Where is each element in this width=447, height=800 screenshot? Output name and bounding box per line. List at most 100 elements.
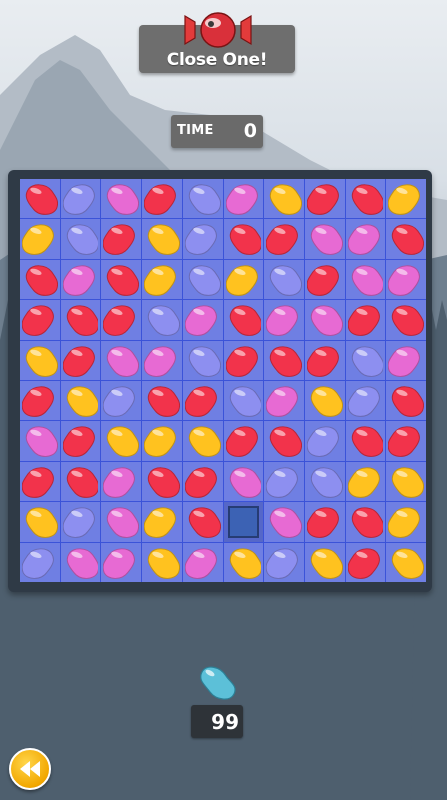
jelly-bean-pink[interactable] xyxy=(386,259,426,300)
jelly-bean-yellow[interactable] xyxy=(386,179,426,219)
jelly-bean-red[interactable] xyxy=(304,502,345,542)
jelly-bean-pink[interactable] xyxy=(20,421,60,461)
jelly-bean-yellow[interactable] xyxy=(20,340,60,380)
jelly-bean-purple[interactable] xyxy=(60,502,101,542)
jelly-bean-red[interactable] xyxy=(264,421,304,461)
jelly-bean-yellow[interactable] xyxy=(304,542,345,582)
jelly-bean-pink[interactable] xyxy=(264,381,304,421)
jelly-bean-pink[interactable] xyxy=(182,300,223,340)
jelly-bean-pink[interactable] xyxy=(304,300,345,340)
jelly-bean-yellow[interactable] xyxy=(223,542,264,582)
jelly-bean-pink[interactable] xyxy=(345,219,386,259)
jelly-bean-pink[interactable] xyxy=(60,542,101,582)
jelly-bean-pink[interactable] xyxy=(223,179,264,219)
jelly-bean-pink[interactable] xyxy=(101,542,142,582)
jelly-bean-yellow[interactable] xyxy=(345,461,386,502)
jelly-bean-purple[interactable] xyxy=(60,219,101,259)
jelly-bean-red[interactable] xyxy=(142,461,182,502)
jelly-bean-yellow[interactable] xyxy=(386,542,426,582)
jelly-bean-red[interactable] xyxy=(345,542,386,582)
jelly-bean-purple[interactable] xyxy=(345,340,386,380)
jelly-bean-red[interactable] xyxy=(223,340,264,380)
jelly-bean-purple[interactable] xyxy=(182,179,223,219)
jelly-bean-red[interactable] xyxy=(101,300,142,340)
jelly-bean-red[interactable] xyxy=(304,179,345,219)
jelly-bean-red[interactable] xyxy=(264,219,304,259)
jelly-bean-yellow[interactable] xyxy=(60,381,101,421)
jelly-bean-red[interactable] xyxy=(386,219,426,259)
jelly-bean-red[interactable] xyxy=(60,300,101,340)
jelly-bean-pink[interactable] xyxy=(142,340,182,380)
jelly-bean-red[interactable] xyxy=(223,300,264,340)
jelly-bean-yellow[interactable] xyxy=(20,219,60,259)
jelly-bean-red[interactable] xyxy=(60,340,101,380)
back-button[interactable] xyxy=(9,748,51,790)
jelly-bean-purple[interactable] xyxy=(20,542,60,582)
jelly-bean-yellow[interactable] xyxy=(304,381,345,421)
jelly-bean-purple[interactable] xyxy=(182,219,223,259)
jelly-bean-yellow[interactable] xyxy=(101,421,142,461)
jelly-bean-pink[interactable] xyxy=(101,179,142,219)
jelly-bean-pink[interactable] xyxy=(345,259,386,300)
jelly-bean-pink[interactable] xyxy=(101,340,142,380)
jelly-bean-red[interactable] xyxy=(386,421,426,461)
jelly-bean-red[interactable] xyxy=(182,381,223,421)
jelly-bean-yellow[interactable] xyxy=(386,502,426,542)
jelly-bean-yellow[interactable] xyxy=(20,502,60,542)
jelly-bean-red[interactable] xyxy=(264,340,304,380)
jelly-bean-pink[interactable] xyxy=(223,461,264,502)
jelly-bean-red[interactable] xyxy=(142,179,182,219)
jelly-bean-red[interactable] xyxy=(60,421,101,461)
jelly-bean-red[interactable] xyxy=(223,219,264,259)
jelly-bean-pink[interactable] xyxy=(101,502,142,542)
jelly-bean-purple[interactable] xyxy=(304,421,345,461)
jelly-bean-red[interactable] xyxy=(345,179,386,219)
jelly-bean-yellow[interactable] xyxy=(182,421,223,461)
jelly-bean-red[interactable] xyxy=(20,259,60,300)
jelly-bean-purple[interactable] xyxy=(264,461,304,502)
jelly-bean-yellow[interactable] xyxy=(142,502,182,542)
jelly-bean-purple[interactable] xyxy=(101,381,142,421)
jelly-bean-pink[interactable] xyxy=(264,502,304,542)
jelly-bean-purple[interactable] xyxy=(142,300,182,340)
jelly-bean-red[interactable] xyxy=(20,461,60,502)
jelly-bean-board[interactable] xyxy=(20,179,426,582)
jelly-bean-pink[interactable] xyxy=(304,219,345,259)
jelly-bean-purple[interactable] xyxy=(223,381,264,421)
jelly-bean-yellow[interactable] xyxy=(264,179,304,219)
jelly-bean-red[interactable] xyxy=(304,340,345,380)
jelly-bean-red[interactable] xyxy=(20,179,60,219)
jelly-bean-pink[interactable] xyxy=(386,340,426,380)
board-cell-empty[interactable] xyxy=(223,502,264,542)
jelly-bean-red[interactable] xyxy=(101,219,142,259)
jelly-bean-red[interactable] xyxy=(142,381,182,421)
jelly-bean-red[interactable] xyxy=(345,300,386,340)
jelly-bean-pink[interactable] xyxy=(182,542,223,582)
jelly-bean-red[interactable] xyxy=(345,421,386,461)
jelly-bean-red[interactable] xyxy=(101,259,142,300)
jelly-bean-pink[interactable] xyxy=(264,300,304,340)
jelly-bean-yellow[interactable] xyxy=(142,219,182,259)
jelly-bean-purple[interactable] xyxy=(264,542,304,582)
jelly-bean-purple[interactable] xyxy=(345,381,386,421)
jelly-bean-pink[interactable] xyxy=(60,259,101,300)
jelly-bean-purple[interactable] xyxy=(182,340,223,380)
jelly-bean-yellow[interactable] xyxy=(142,542,182,582)
jelly-bean-purple[interactable] xyxy=(264,259,304,300)
jelly-bean-red[interactable] xyxy=(20,300,60,340)
jelly-bean-yellow[interactable] xyxy=(223,259,264,300)
jelly-bean-red[interactable] xyxy=(20,381,60,421)
jelly-bean-red[interactable] xyxy=(386,300,426,340)
jelly-bean-purple[interactable] xyxy=(304,461,345,502)
jelly-bean-red[interactable] xyxy=(182,461,223,502)
jelly-bean-red[interactable] xyxy=(223,421,264,461)
jelly-bean-red[interactable] xyxy=(60,461,101,502)
jelly-bean-purple[interactable] xyxy=(182,259,223,300)
jelly-bean-red[interactable] xyxy=(182,502,223,542)
jelly-bean-red[interactable] xyxy=(345,502,386,542)
jelly-bean-yellow[interactable] xyxy=(142,421,182,461)
jelly-bean-red[interactable] xyxy=(386,381,426,421)
jelly-bean-pink[interactable] xyxy=(101,461,142,502)
jelly-bean-yellow[interactable] xyxy=(386,461,426,502)
jelly-bean-purple[interactable] xyxy=(60,179,101,219)
